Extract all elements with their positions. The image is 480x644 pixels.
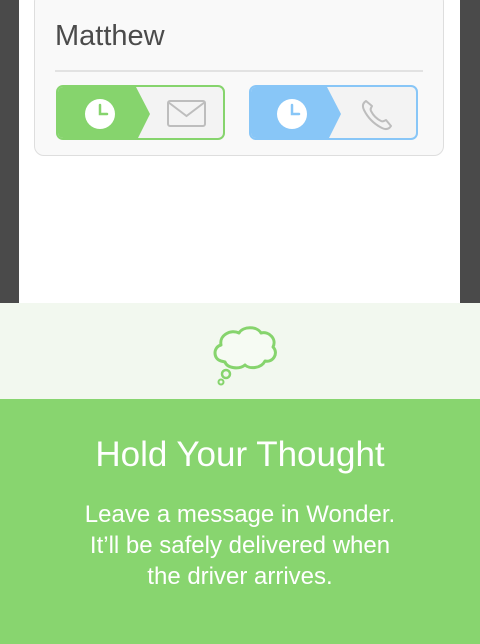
scheduled-call-button[interactable] [249,85,418,140]
promo-panel: Hold Your Thought Leave a message in Won… [0,399,480,644]
clock-icon [277,99,307,129]
message-button-graphic [58,87,206,138]
divider [55,70,423,72]
contact-name: Matthew [55,20,165,52]
app-screen: Matthew [19,0,460,303]
phone-icon [361,100,392,131]
promo-title: Hold Your Thought [95,435,385,474]
clock-icon [85,99,115,129]
promo-description: Leave a message in Wonder. It’ll be safe… [84,501,396,590]
contact-card: Matthew [34,0,444,156]
call-button-graphic [251,87,392,138]
envelope-icon [167,100,206,127]
device-frame: Matthew [0,0,480,303]
promo-icon-strip [0,303,480,399]
thought-bubble-icon [213,326,277,386]
scheduled-message-button[interactable] [56,85,225,140]
